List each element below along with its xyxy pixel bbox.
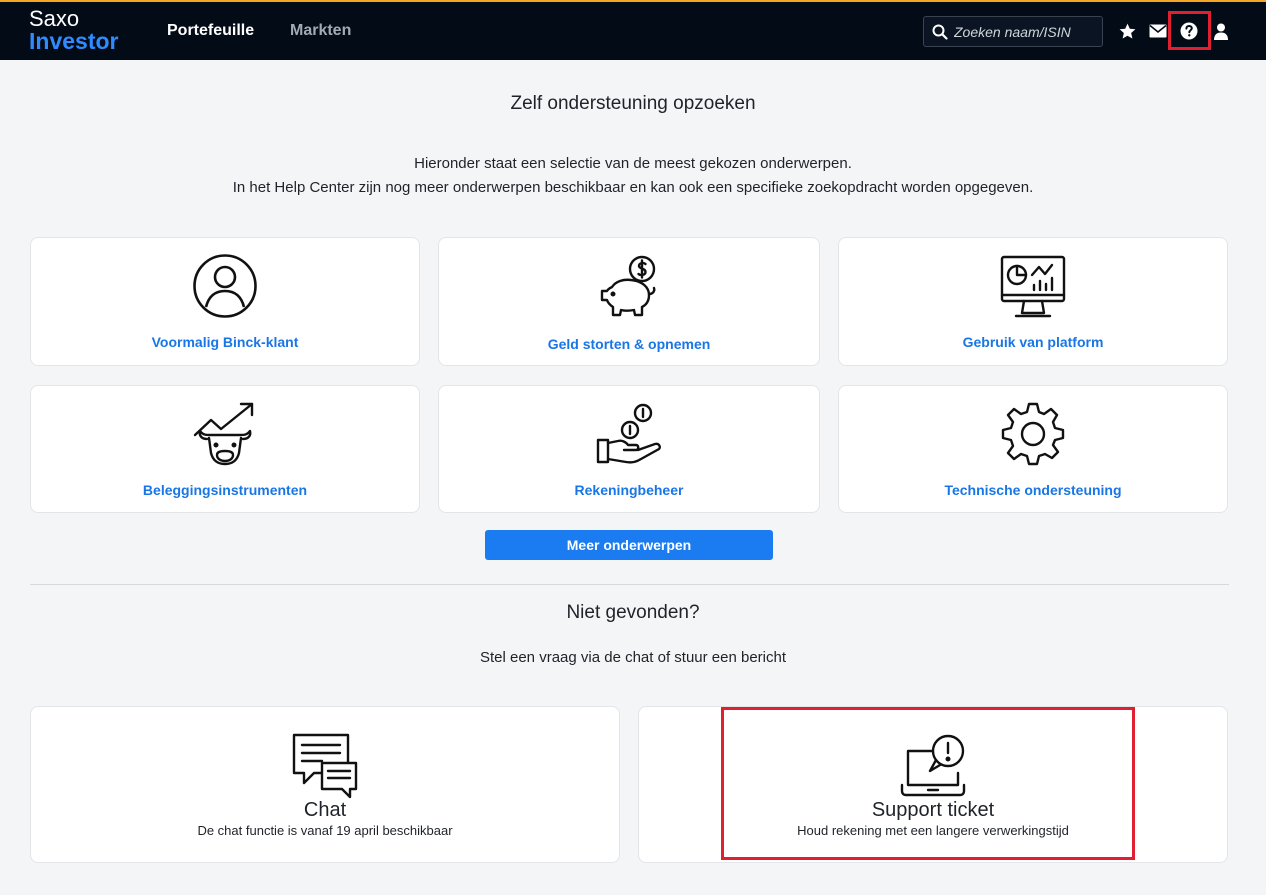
monitor-chart-icon	[839, 255, 1227, 319]
topic-label: Geld storten & opnemen	[547, 336, 711, 352]
gear-icon	[839, 402, 1227, 466]
hand-coins-icon	[439, 402, 819, 466]
brand-line1: Saxo	[29, 6, 80, 31]
intro-line-2: In het Help Center zijn nog meer onderwe…	[232, 179, 1034, 196]
brand-line2: Investor	[29, 28, 119, 54]
search-icon	[932, 24, 948, 40]
ticket-highlight-box	[721, 707, 1135, 860]
chat-card[interactable]: Chat De chat functie is vanaf 19 april b…	[30, 706, 620, 863]
topic-card-rekening[interactable]: Rekeningbeheer	[438, 385, 820, 513]
topic-label: Beleggingsinstrumenten	[142, 482, 308, 498]
page-title: Zelf ondersteuning opzoeken	[510, 93, 756, 114]
nav-markten[interactable]: Markten	[290, 22, 351, 40]
top-bar: Saxo Investor Portefeuille Markten	[0, 0, 1266, 60]
user-circle-icon	[31, 253, 419, 319]
topic-card-binck[interactable]: Voormalig Binck-klant	[30, 237, 420, 366]
search-box[interactable]	[923, 16, 1103, 47]
topic-card-platform[interactable]: Gebruik van platform	[838, 237, 1228, 366]
more-topics-button[interactable]: Meer onderwerpen	[485, 530, 773, 560]
topic-label: Technische ondersteuning	[944, 482, 1122, 498]
topic-label: Gebruik van platform	[962, 334, 1104, 350]
topic-card-geld[interactable]: Geld storten & opnemen	[438, 237, 820, 366]
search-input[interactable]	[954, 22, 1099, 42]
favorites-star-icon[interactable]	[1116, 20, 1138, 42]
chat-subtitle: De chat functie is vanaf 19 april beschi…	[197, 823, 453, 838]
section-divider	[30, 584, 1229, 585]
nav-portefeuille[interactable]: Portefeuille	[167, 22, 254, 40]
user-account-icon[interactable]	[1210, 20, 1232, 42]
piggy-bank-icon	[439, 254, 819, 320]
topic-card-instrumenten[interactable]: Beleggingsinstrumenten	[30, 385, 420, 513]
not-found-title: Niet gevonden?	[566, 602, 700, 623]
help-highlight-box	[1168, 11, 1211, 50]
brand-logo[interactable]: Saxo Investor	[29, 7, 118, 53]
chat-title: Chat	[303, 799, 347, 821]
topic-card-technisch[interactable]: Technische ondersteuning	[838, 385, 1228, 513]
chat-bubbles-icon	[31, 733, 619, 799]
intro-line-1: Hieronder staat een selectie van de mees…	[414, 155, 852, 172]
not-found-subtitle: Stel een vraag via de chat of stuur een …	[479, 649, 787, 666]
topic-label: Voormalig Binck-klant	[151, 334, 299, 350]
mail-icon[interactable]	[1147, 20, 1169, 42]
bull-chart-icon	[31, 401, 419, 467]
topic-label: Rekeningbeheer	[574, 482, 684, 498]
